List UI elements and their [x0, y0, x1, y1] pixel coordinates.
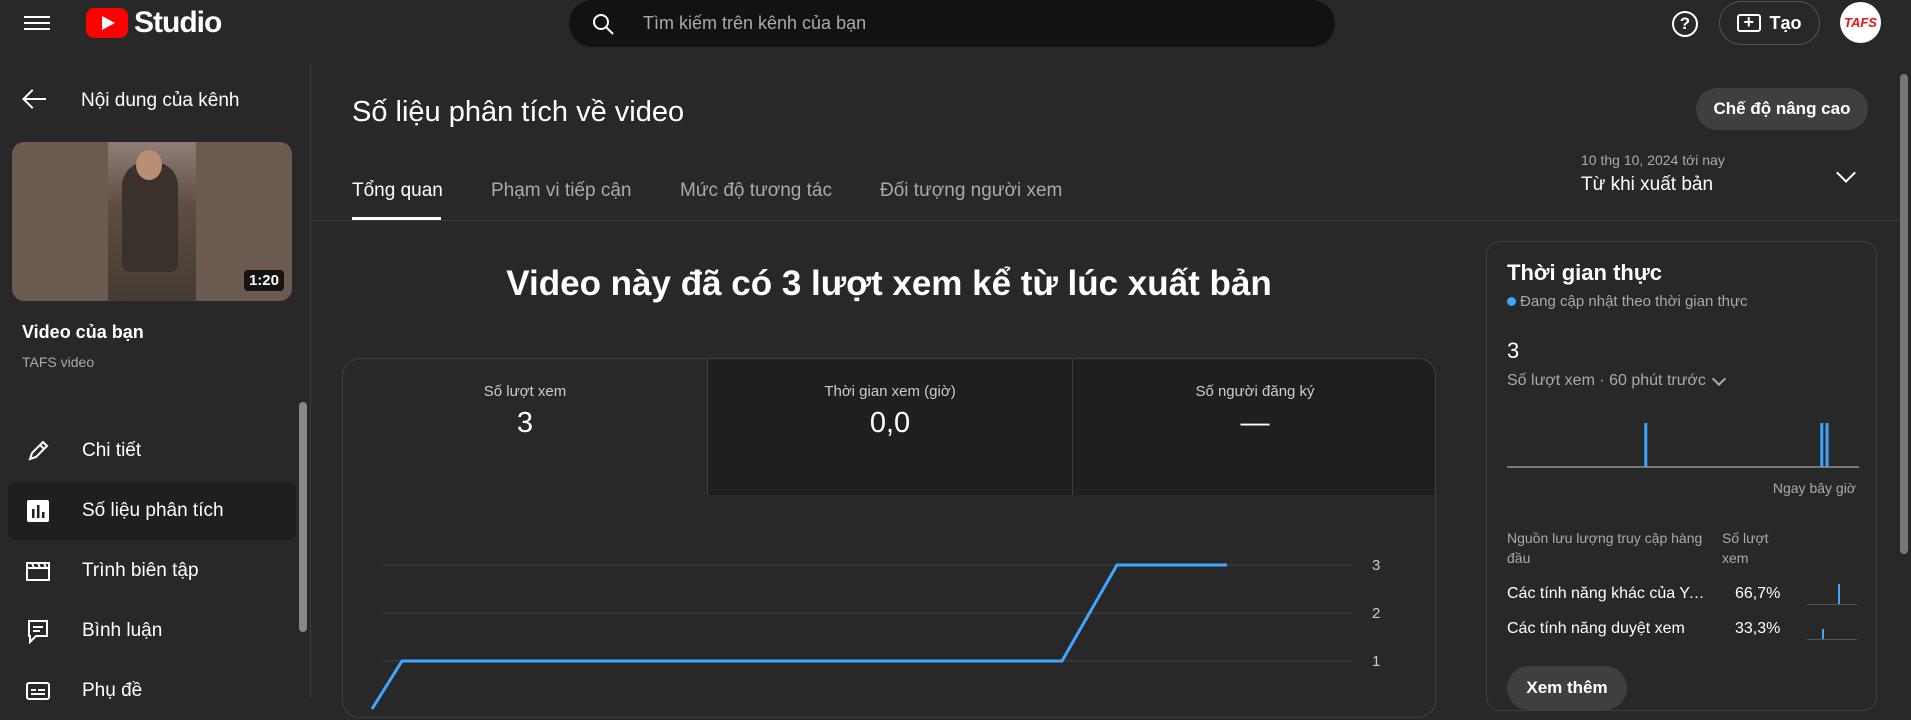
- sidebar-item-label: Phụ đề: [82, 680, 143, 701]
- views-series-line: [370, 563, 1227, 710]
- sidebar-item-label: Chi tiết: [82, 440, 142, 461]
- menu-icon[interactable]: [24, 12, 50, 34]
- y-tick-label: 2: [1372, 605, 1380, 622]
- realtime-metric-selector[interactable]: Số lượt xem · 60 phút trước: [1507, 371, 1726, 390]
- traffic-source-bar: [1807, 620, 1857, 640]
- table-row[interactable]: Các tính năng khác của YouTube 66,7%: [1507, 584, 1859, 609]
- analytics-icon: [27, 500, 49, 522]
- sidebar-item-comments[interactable]: Bình luận: [8, 602, 296, 660]
- realtime-value: 3: [1507, 338, 1520, 363]
- sidebar-item-label: Số liệu phân tích: [82, 500, 224, 521]
- realtime-now-label: Ngay bây giờ: [1772, 480, 1856, 496]
- editor-icon: [26, 562, 50, 581]
- traffic-source-value: 66,7%: [1735, 585, 1781, 602]
- chevron-down-icon: [1711, 371, 1726, 386]
- realtime-metric-label: Số lượt xem · 60 phút trước: [1507, 372, 1706, 389]
- sidebar-item-analytics[interactable]: Số liệu phân tích: [8, 482, 296, 540]
- realtime-title: Thời gian thực: [1507, 260, 1663, 285]
- sidebar-item-label: Trình biên tập: [82, 560, 199, 581]
- stat-value: 0,0: [869, 407, 911, 439]
- sidebar-scrollbar[interactable]: [299, 402, 307, 632]
- create-label: Tạo: [1769, 12, 1802, 33]
- help-icon[interactable]: ?: [1672, 11, 1698, 37]
- date-range[interactable]: 10 thg 10, 2024 tới nay: [1581, 152, 1725, 168]
- traffic-source-name: Các tính năng khác của YouTube: [1507, 585, 1713, 602]
- stat-value: —: [1240, 407, 1270, 439]
- realtime-subtitle: Đang cập nhật theo thời gian thực: [1507, 293, 1748, 310]
- stat-subscribers[interactable]: Số người đăng ký —: [1073, 359, 1435, 495]
- y-tick-label: 3: [1372, 557, 1380, 574]
- video-title: Video của bạn: [22, 322, 144, 342]
- realtime-bar[interactable]: [1820, 423, 1824, 467]
- logo-text: Studio: [134, 6, 222, 39]
- back-label[interactable]: Nội dung của kênh: [81, 90, 239, 112]
- page-title: Số liệu phân tích về video: [352, 96, 685, 128]
- tab-engagement[interactable]: Mức độ tương tác: [680, 180, 832, 202]
- video-duration: 1:20: [243, 270, 284, 291]
- stat-label: Số người đăng ký: [1195, 383, 1315, 400]
- video-thumbnail[interactable]: 1:20: [12, 142, 292, 301]
- stat-views[interactable]: Số lượt xem 3: [343, 359, 707, 495]
- studio-logo[interactable]: Studio: [86, 6, 222, 40]
- thumbnail-head: [136, 150, 162, 180]
- table-row[interactable]: Các tính năng duyệt xem 33,3%: [1507, 620, 1859, 644]
- tab-reach[interactable]: Phạm vi tiếp cận: [491, 180, 631, 202]
- traffic-source-value: 33,3%: [1735, 620, 1781, 637]
- sidebar-item-label: Bình luận: [82, 620, 163, 641]
- y-tick-label: 1: [1372, 653, 1380, 670]
- realtime-bar[interactable]: [1825, 423, 1829, 467]
- see-more-button[interactable]: Xem thêm: [1507, 666, 1627, 710]
- realtime-subtitle-text: Đang cập nhật theo thời gian thực: [1520, 293, 1748, 310]
- search-icon: [593, 13, 614, 35]
- table-header-views: Số lượt xem: [1722, 530, 1769, 566]
- views-line-chart[interactable]: 3 2 1: [342, 510, 1436, 710]
- comments-icon: [28, 620, 48, 645]
- traffic-source-name: Các tính năng duyệt xem: [1507, 620, 1685, 637]
- tab-audience[interactable]: Đối tượng người xem: [880, 180, 1062, 202]
- create-button[interactable]: Tạo: [1719, 1, 1820, 45]
- stat-label: Thời gian xem (giờ): [824, 383, 956, 400]
- sidebar-item-editor[interactable]: Trình biên tập: [8, 542, 296, 600]
- tab-overview[interactable]: Tổng quan: [352, 180, 443, 202]
- back-arrow-icon: [24, 88, 46, 110]
- sidebar-item-details[interactable]: Chi tiết: [8, 422, 296, 480]
- realtime-bar[interactable]: [1644, 423, 1648, 467]
- realtime-bar-chart[interactable]: [1507, 418, 1859, 478]
- top-bar: Studio ? Tạo TAFS: [0, 0, 1911, 62]
- search-input[interactable]: [643, 13, 1243, 34]
- subtitles-icon: [26, 682, 50, 700]
- sidebar-item-subtitles[interactable]: Phụ đề: [8, 662, 296, 720]
- page-scrollbar[interactable]: [1900, 74, 1908, 554]
- back-button[interactable]: [24, 88, 46, 110]
- stat-label: Số lượt xem: [483, 383, 567, 400]
- traffic-source-bar-fill: [1821, 629, 1824, 639]
- traffic-source-bar: [1807, 584, 1857, 605]
- pencil-icon: [28, 440, 49, 461]
- live-dot-icon: [1507, 297, 1516, 306]
- sidebar: Nội dung của kênh 1:20 Video của bạn TAF…: [0, 62, 311, 701]
- video-subtitle: TAFS video: [22, 354, 95, 370]
- traffic-source-bar-fill: [1838, 584, 1841, 604]
- date-selector-label[interactable]: Từ khi xuất bản: [1581, 174, 1713, 196]
- views-headline: Video này đã có 3 lượt xem kể từ lúc xuấ…: [506, 264, 1272, 303]
- youtube-play-icon: [86, 8, 128, 38]
- realtime-card: Thời gian thực Đang cập nhật theo thời g…: [1486, 241, 1877, 711]
- stat-value: 3: [516, 407, 534, 439]
- avatar[interactable]: TAFS: [1840, 2, 1881, 43]
- chevron-down-icon[interactable]: [1836, 163, 1856, 183]
- stat-watch-time[interactable]: Thời gian xem (giờ) 0,0: [708, 359, 1072, 495]
- table-header-source: Nguồn lưu lượng truy cập hàng đầu: [1507, 530, 1703, 566]
- search-bar[interactable]: [569, 0, 1335, 47]
- tabs-divider: [312, 220, 1904, 221]
- create-video-icon: [1737, 12, 1762, 33]
- advanced-mode-button[interactable]: Chế độ nâng cao: [1696, 88, 1868, 130]
